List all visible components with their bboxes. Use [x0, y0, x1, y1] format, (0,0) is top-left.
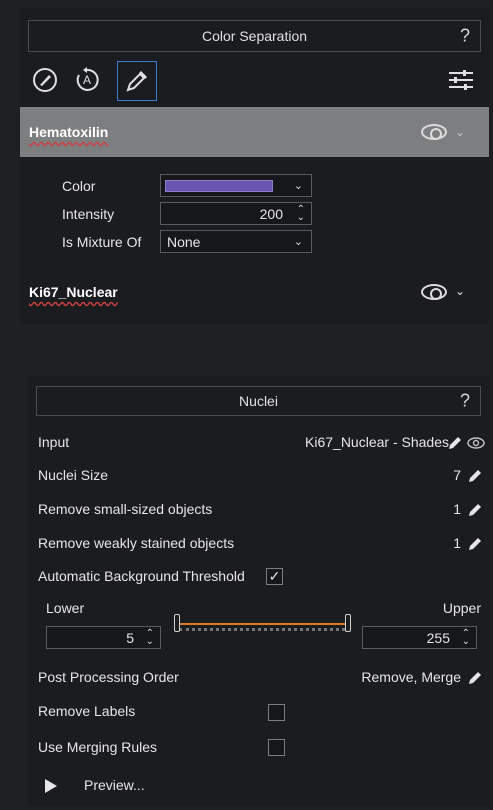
nuclei-size-label: Nuclei Size [38, 467, 109, 483]
spin-arrows-icon[interactable]: ⌃ ⌄ [297, 205, 305, 223]
spin-arrows-icon[interactable]: ⌃ ⌄ [146, 629, 154, 647]
nuclei-panel: Nuclei ? Input Ki67_Nuclear - Shades Nuc… [28, 376, 489, 806]
input-label: Input [38, 434, 70, 450]
remove-small-label: Remove small-sized objects [38, 501, 213, 517]
pencil-icon[interactable] [467, 502, 483, 518]
auto-icon[interactable]: A [70, 63, 104, 97]
brush-icon[interactable] [28, 63, 62, 97]
auto-letter: A [82, 73, 91, 87]
pencil-icon[interactable] [467, 468, 483, 484]
intensity-spinbox[interactable]: 200 ⌃ ⌄ [160, 202, 312, 225]
remove-small-value: 1 [453, 501, 461, 517]
upper-label: Upper [442, 600, 481, 616]
intensity-label: Intensity [62, 206, 115, 222]
chevron-down-icon[interactable]: ⌄ [455, 284, 465, 298]
spin-arrows-icon[interactable]: ⌃ ⌄ [462, 629, 470, 647]
chevron-down-icon: ⌄ [293, 180, 303, 192]
nuclei-size-value: 7 [453, 467, 461, 483]
panel-title: Nuclei [239, 393, 278, 409]
color-picker[interactable]: ⌄ [160, 174, 312, 197]
threshold-range-slider[interactable] [168, 608, 358, 638]
mixture-value: None [167, 234, 201, 250]
auto-background-checkbox[interactable]: ✓ [266, 568, 283, 585]
pencil-icon[interactable] [467, 670, 483, 686]
play-icon [45, 779, 57, 793]
remove-weak-label: Remove weakly stained objects [38, 535, 235, 551]
color-separation-titlebar: Color Separation ? [28, 20, 481, 52]
stain-name: Ki67_Nuclear [29, 284, 118, 300]
color-swatch [165, 180, 273, 192]
intensity-value: 200 [259, 206, 283, 222]
stain-header-ki67[interactable]: Ki67_Nuclear ⌄ [20, 270, 489, 312]
color-label: Color [62, 178, 96, 194]
lower-value: 5 [126, 630, 134, 646]
lower-label: Lower [46, 600, 85, 616]
stain-header-hematoxilin[interactable]: Hematoxilin ⌄ [20, 107, 489, 157]
nuclei-titlebar: Nuclei ? [36, 386, 481, 416]
preview-label: Preview... [84, 777, 145, 793]
remove-labels-label: Remove Labels [38, 703, 136, 719]
lower-handle[interactable] [174, 614, 180, 632]
slider-ticks [179, 628, 345, 632]
eye-icon[interactable] [421, 284, 447, 300]
auto-background-label: Automatic Background Threshold [38, 568, 245, 584]
eye-icon[interactable] [467, 436, 485, 450]
sliders-icon[interactable] [444, 65, 478, 95]
mixture-label: Is Mixture Of [62, 234, 142, 250]
check-icon: ✓ [268, 568, 281, 584]
chevron-down-icon: ⌄ [293, 236, 303, 248]
upper-value: 255 [426, 630, 450, 646]
merging-rules-label: Use Merging Rules [38, 739, 158, 755]
remove-labels-checkbox[interactable] [268, 704, 285, 721]
mixture-select[interactable]: None ⌄ [160, 230, 312, 253]
merging-rules-checkbox[interactable] [268, 739, 285, 756]
chevron-down-icon[interactable]: ⌄ [455, 125, 465, 139]
upper-handle[interactable] [345, 614, 351, 632]
preview-button[interactable]: Preview... [42, 774, 182, 798]
lower-spinbox[interactable]: 5 ⌃ ⌄ [46, 626, 161, 649]
input-value: Ki67_Nuclear - Shades [305, 434, 449, 450]
eye-icon[interactable] [421, 124, 447, 140]
upper-spinbox[interactable]: 255 ⌃ ⌄ [362, 626, 477, 649]
eyedropper-icon[interactable] [117, 61, 157, 101]
help-button[interactable]: ? [460, 26, 470, 47]
pencil-icon[interactable] [467, 536, 483, 552]
slider-track [179, 623, 345, 625]
post-processing-value: Remove, Merge [361, 669, 461, 685]
remove-weak-value: 1 [453, 535, 461, 551]
stain-name: Hematoxilin [29, 124, 109, 140]
help-button[interactable]: ? [460, 391, 470, 412]
pencil-icon[interactable] [447, 435, 463, 451]
color-separation-panel: Color Separation ? A Hematoxilin ⌄ Color… [20, 8, 489, 324]
post-processing-label: Post Processing Order [38, 669, 179, 685]
panel-title: Color Separation [201, 28, 308, 44]
